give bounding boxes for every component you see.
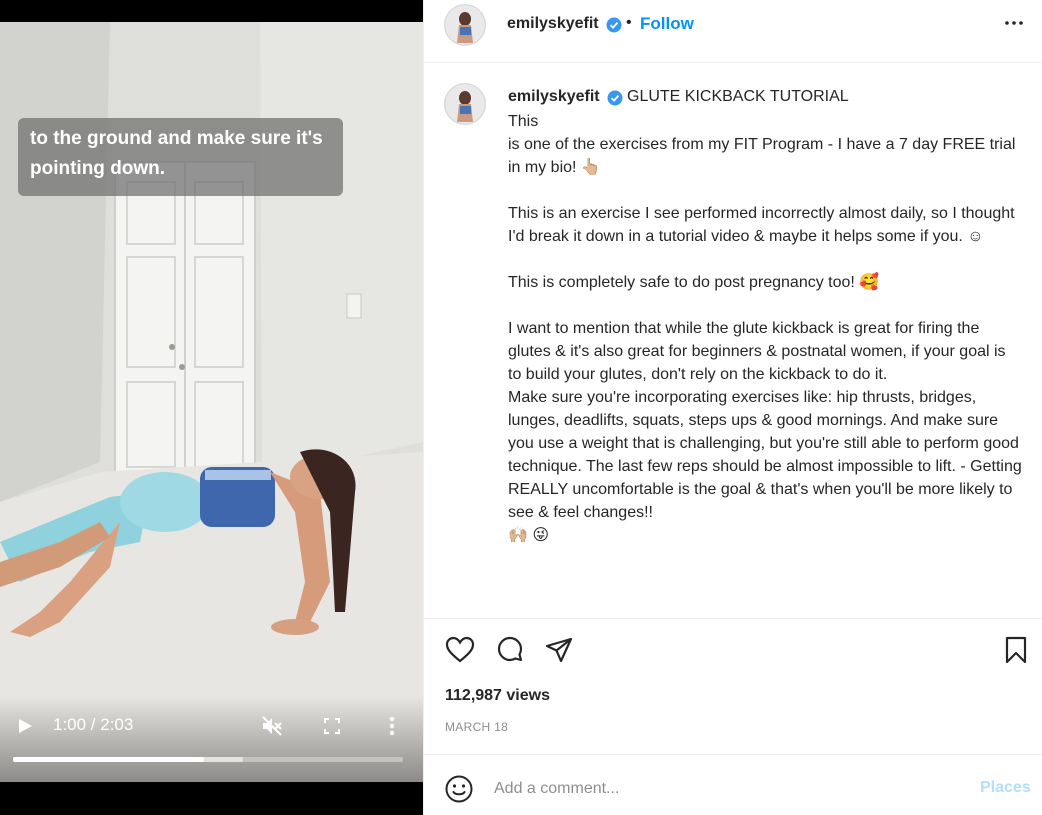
comment-bar: Places [424,754,1042,815]
video-progress-bar[interactable] [13,757,403,762]
post-caption-area: emilyskyefit GLUTE KICKBACK TUTORIAL Thi… [424,63,1042,619]
verified-badge-icon [607,90,623,106]
post-comment-button[interactable]: Places [980,779,1031,797]
share-button[interactable] [543,634,575,666]
play-icon [19,719,32,733]
video-time: 1:00 / 2:03 [53,715,134,734]
comment-button[interactable] [494,634,526,666]
post-actions [424,620,1042,680]
follow-button[interactable]: Follow [640,14,694,34]
mute-button[interactable] [258,706,286,746]
comment-input[interactable] [494,777,944,801]
post-details-pane: emilyskyefit • Follow emilyskyefit GLUTE… [423,0,1042,815]
fullscreen-button[interactable] [318,706,346,746]
fullscreen-icon [324,718,340,734]
avatar-image [445,84,485,124]
header-separator: • [626,14,632,31]
muted-speaker-icon [262,716,282,736]
caption-title: GLUTE KICKBACK TUTORIAL [627,88,849,105]
avatar-image [445,5,485,45]
view-count[interactable]: 112,987 views [445,687,550,705]
video-controls: 1:00 / 2:03 [0,706,423,746]
header-username[interactable]: emilyskyefit [507,15,599,33]
caption-author-avatar[interactable] [444,83,486,125]
video-frame[interactable]: to the ground and make sure it's pointin… [0,22,423,782]
more-options-button[interactable] [1002,10,1026,34]
emoji-button[interactable] [444,774,474,804]
post-header: emilyskyefit • Follow [424,0,1042,63]
vertical-dots-icon [389,716,395,736]
video-progress-fill [13,757,205,762]
video-player[interactable]: to the ground and make sure it's pointin… [0,0,423,815]
heart-icon [445,636,475,663]
post-date[interactable]: MARCH 18 [445,720,508,734]
save-button[interactable] [1000,634,1032,666]
send-icon [545,637,573,663]
caption-username[interactable]: emilyskyefit [508,88,600,106]
author-avatar[interactable] [444,4,486,46]
verified-badge-icon [606,17,622,33]
video-menu-button[interactable] [380,706,404,746]
video-caption-overlay: to the ground and make sure it's pointin… [18,118,343,196]
caption-text: This is one of the exercises from my FIT… [508,113,1022,544]
play-button[interactable] [12,706,38,746]
more-horizontal-icon [1005,21,1023,25]
like-button[interactable] [444,634,476,666]
smiley-icon [445,775,473,803]
bookmark-icon [1005,636,1027,664]
comment-icon [497,636,523,662]
